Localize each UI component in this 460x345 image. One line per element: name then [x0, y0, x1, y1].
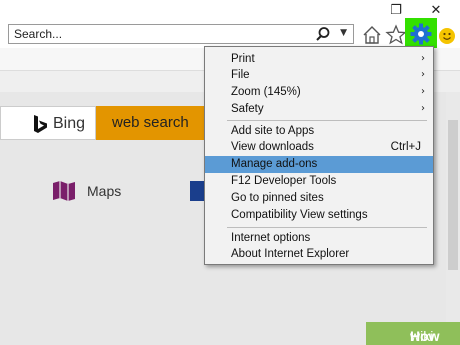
scrollbar-thumb[interactable]: [448, 120, 458, 270]
menu-item-compatibility-view-settings[interactable]: Compatibility View settings: [205, 207, 433, 224]
web-search-button[interactable]: web search: [96, 106, 206, 140]
star-icon[interactable]: [385, 24, 407, 46]
bing-search-bar: Bing web search: [0, 106, 206, 140]
menu-item-label: Compatibility View settings: [231, 209, 368, 221]
menu-item-shortcut: Ctrl+J: [390, 141, 421, 153]
title-bar: ❐ ✕: [0, 0, 460, 22]
menu-item-label: Manage add-ons: [231, 158, 318, 170]
menu-item-label: About Internet Explorer: [231, 248, 350, 260]
menu-separator: [227, 120, 427, 121]
home-icon[interactable]: [361, 24, 383, 46]
menu-item-label: View downloads: [231, 141, 314, 153]
menu-separator: [227, 227, 427, 228]
menu-item-go-to-pinned-sites[interactable]: Go to pinned sites: [205, 190, 433, 207]
menu-item-label: Internet options: [231, 232, 311, 244]
maps-icon[interactable]: [52, 180, 76, 202]
watermark-how: How: [410, 328, 440, 344]
menu-item-label: Go to pinned sites: [231, 192, 324, 204]
menu-item-label: Zoom (145%): [231, 86, 301, 98]
app-tile[interactable]: [190, 181, 204, 201]
chevron-right-icon: ›: [421, 86, 425, 97]
menu-item-internet-options[interactable]: Internet options: [205, 230, 433, 247]
address-bar[interactable]: Search... ▼: [8, 24, 354, 44]
web-search-label: web search: [112, 114, 189, 131]
menu-item-label: Safety: [231, 103, 264, 115]
menu-item-f12-developer-tools[interactable]: F12 Developer Tools: [205, 173, 433, 190]
menu-item-view-downloads[interactable]: View downloads Ctrl+J: [205, 139, 433, 156]
menu-item-manage-add-ons[interactable]: Manage add-ons: [205, 156, 433, 173]
menu-item-about-internet-explorer[interactable]: About Internet Explorer: [205, 246, 433, 263]
chevron-right-icon: ›: [421, 103, 425, 114]
menu-item-zoom[interactable]: Zoom (145%) ›: [205, 84, 433, 101]
vertical-scrollbar[interactable]: [446, 92, 460, 345]
wikihow-watermark: wiki How: [366, 322, 460, 345]
bing-logo-icon: [34, 115, 47, 133]
address-placeholder: Search...: [14, 27, 63, 41]
menu-item-label: File: [231, 69, 250, 81]
search-icon[interactable]: [315, 26, 331, 42]
bing-box[interactable]: Bing: [0, 106, 96, 140]
menu-item-print[interactable]: Print ›: [205, 51, 433, 68]
chevron-down-icon[interactable]: ▼: [340, 28, 347, 38]
menu-item-file[interactable]: File ›: [205, 67, 433, 84]
gear-icon: [410, 23, 432, 45]
chevron-right-icon: ›: [421, 69, 425, 80]
close-button[interactable]: ✕: [426, 3, 446, 19]
menu-item-label: Add site to Apps: [231, 125, 315, 137]
restore-button[interactable]: ❐: [386, 3, 406, 19]
tools-menu: Print › File › Zoom (145%) › Safety › Ad…: [204, 46, 434, 265]
menu-item-label: Print: [231, 53, 255, 65]
menu-item-label: F12 Developer Tools: [231, 175, 337, 187]
maps-link[interactable]: Maps: [87, 183, 121, 199]
menu-item-add-site-to-apps[interactable]: Add site to Apps: [205, 123, 433, 140]
chevron-right-icon: ›: [421, 53, 425, 64]
smiley-icon[interactable]: [439, 28, 455, 44]
bing-label: Bing: [53, 115, 86, 132]
menu-item-safety[interactable]: Safety ›: [205, 101, 433, 118]
